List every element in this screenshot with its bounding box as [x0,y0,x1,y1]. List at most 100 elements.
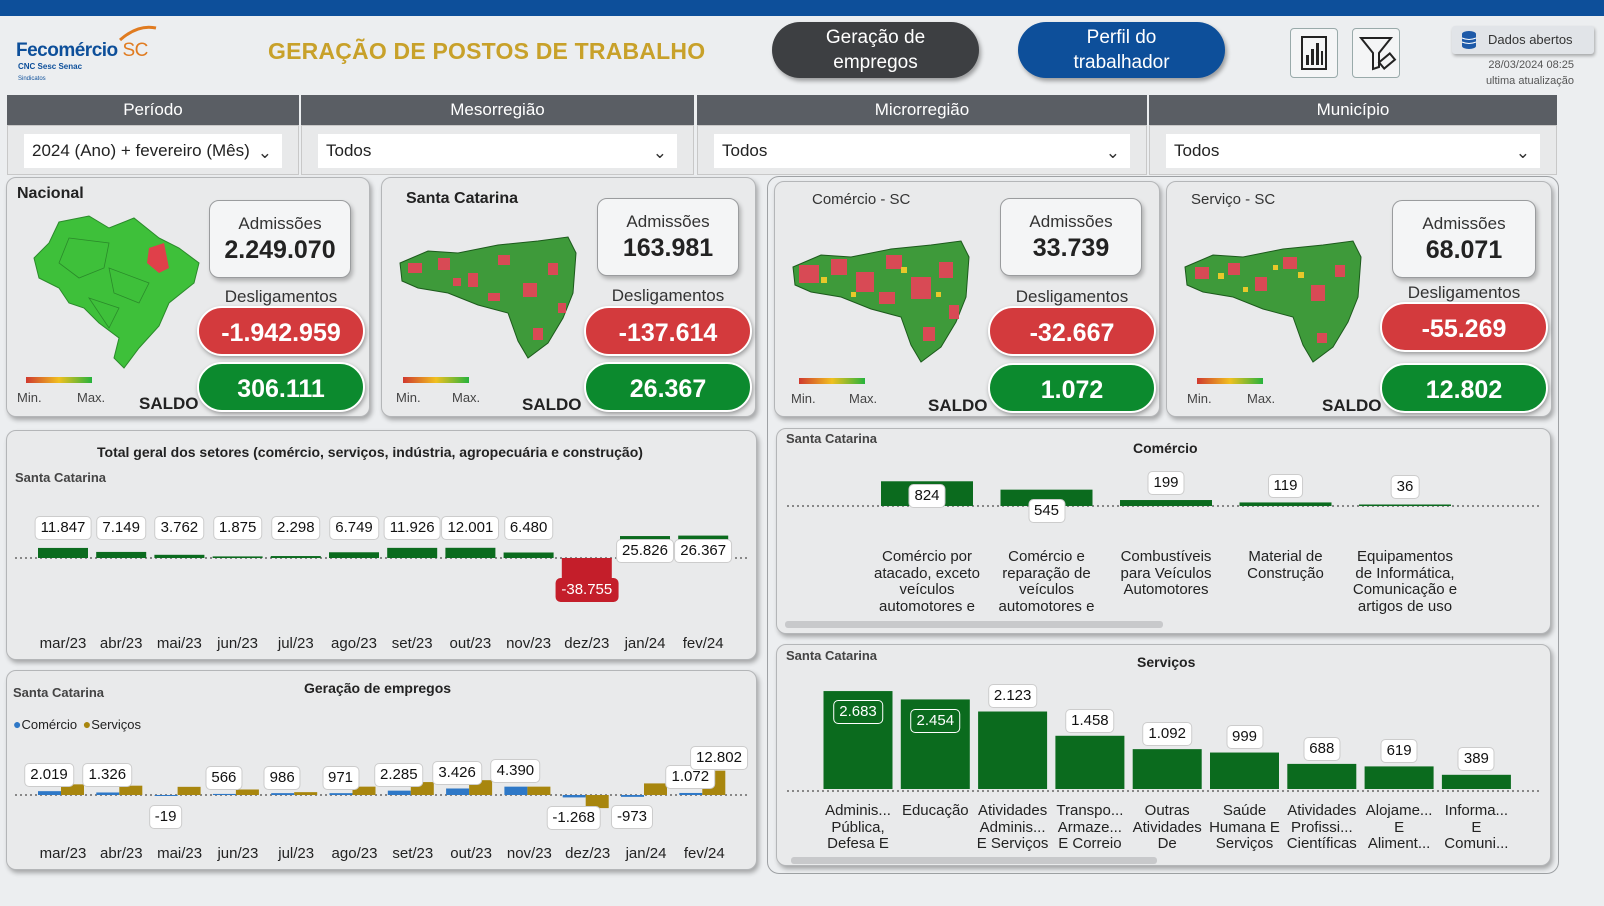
filter-periodo: Período 2024 (Ano) + fevereiro (Mês) ⌄ [7,95,299,175]
category-label-line: Saúde [1222,803,1267,819]
x-tick-label: jun/23 [217,845,259,862]
bar-Comércio-jun/23 [212,793,236,795]
x-tick-label: abr/23 [99,635,143,652]
legend-max: Max. [77,390,106,405]
category-label-line: para Veículos [1120,564,1212,582]
chevron-down-icon: ⌄ [652,143,667,162]
bar-Comércio-mai/23 [154,795,178,796]
category-label-line: E [1394,818,1405,836]
update-timestamp: 28/03/2024 08:25 [1488,59,1574,71]
category-label-line: automotores e [879,597,975,615]
filter-municipio: Município Todos ⌄ [1149,95,1557,175]
desligamentos-value: -55.269 [1380,302,1548,352]
bar-Serviços-abr/23 [119,785,143,795]
kpi-panel-santa-catarina: Santa Catarina Min. Max. Admissões 163.9… [381,177,756,417]
bar-Serviços-jan/24 [644,783,667,795]
category-label-line: Material de [1248,549,1323,565]
database-icon [1461,31,1477,49]
category-label: Comércio e reparação de veículos automotore… [987,549,1107,615]
category-label-line: Combustíveis [1120,549,1212,565]
nav-perfil-trabalhador-button[interactable]: Perfil do trabalhador [1018,22,1225,78]
data-label: 986 [263,766,301,790]
chart-total-subtitle: Santa Catarina [15,470,107,485]
data-label: -19 [148,805,183,829]
data-label: 2.285 [374,763,424,787]
data-label: 36 [1390,475,1420,499]
desligamentos-value: -1.942.959 [197,306,365,356]
logo-swoosh-icon [119,25,157,42]
category-label-line: automotores e [998,597,1095,615]
chart-total-geral-panel: Total geral dos setores (comércio, servi… [6,430,757,660]
data-label: 2.683 [833,700,883,724]
x-tick-label: jan/24 [624,635,666,652]
data-label: 2.123 [987,684,1038,708]
bar-jun/23 [212,556,263,558]
filter-periodo-select[interactable]: 2024 (Ano) + fevereiro (Mês) ⌄ [24,134,282,168]
category-label-line: artigos de uso [1357,597,1453,615]
chevron-down-icon: ⌄ [1105,143,1120,162]
category-label-line: Transpo... [1056,803,1124,819]
legend-max: Max. [849,391,878,406]
bar-Comércio-fev/24 [679,792,703,795]
category-label-line: Comércio por [881,549,973,565]
data-label: 824 [908,484,946,508]
bar-abr/23 [96,551,147,558]
filter-microrregiao-value: Todos [722,141,768,160]
chart-geracao-title: Geração de empregos [304,680,452,696]
horizontal-scrollbar[interactable] [785,621,1163,628]
bar-Comércio-set/23 [387,790,411,795]
admissoes-value: 68.071 [1425,236,1503,264]
category-label-line: Comuni... [1444,835,1509,852]
x-tick-label: nov/23 [506,845,552,862]
top-accent-bar [0,0,1604,16]
dados-abertos-button[interactable]: Dados abertos [1452,26,1594,54]
update-label: ultima atualização [1485,75,1574,87]
chart-geracao-panel: Santa Catarina Geração de empregos ● Comé… [6,670,757,870]
bar-Serviços-mai/23 [177,786,201,795]
filter-microrregiao-label: Microrregião [697,95,1147,125]
data-label: 1.092 [1142,722,1192,746]
chevron-down-icon: ⌄ [257,143,272,162]
category-label-line: Adminis... [979,818,1046,836]
nav-perfil-line1: Perfil do [1086,27,1157,48]
category-label-line: Atividades [1132,818,1202,836]
legend-servicos-dot-icon: ● [82,716,92,732]
data-label: 26.367 [674,538,733,563]
data-label: 389 [1457,747,1495,771]
category-label: Comércio por atacado, exceto veículos autom… [867,549,987,615]
x-tick-label: out/23 [450,845,492,862]
data-label: 1.458 [1065,709,1115,733]
x-tick-label: ago/23 [331,845,378,862]
kpi-servico-title: Serviço - SC [1191,191,1276,208]
data-label: 6.480 [503,516,554,540]
category-label-line: veículos [1018,581,1075,598]
filter-microrregiao-select[interactable]: Todos ⌄ [714,134,1130,168]
clear-filters-button[interactable] [1352,28,1400,78]
filter-municipio-select[interactable]: Todos ⌄ [1166,134,1540,168]
dados-abertos-label: Dados abertos [1488,32,1573,47]
bar-Comércio-jan/24 [621,795,644,797]
filter-mesorregiao-select[interactable]: Todos ⌄ [318,134,677,168]
legend-servicos-label: Serviços [91,717,142,732]
data-label: 566 [205,766,243,790]
x-tick-label: jun/23 [217,635,259,652]
category-label: Educação [897,803,973,853]
admissoes-value: 2.249.070 [224,236,336,264]
x-tick-label: set/23 [392,845,434,862]
nav-geracao-line2: empregos [833,52,918,73]
bar-Serviços-jun/23 [235,789,259,795]
category-label-line: Atividades [1287,803,1357,819]
legend-gradient [26,377,92,383]
bar-chart-icon [1301,36,1327,70]
report-chart-button[interactable] [1290,28,1338,78]
data-label: 11.847 [34,516,92,540]
nav-geracao-empregos-button[interactable]: Geração de empregos [772,22,979,78]
admissoes-card: Admissões 68.071 [1392,200,1536,278]
horizontal-scrollbar[interactable] [791,857,1157,864]
x-tick-label: dez/23 [564,635,610,652]
bar-Serviços-nov/23 [527,786,551,795]
chart-geracao-subtitle: Santa Catarina [13,685,105,700]
x-tick-label: fev/24 [683,845,725,862]
saldo-label: SALDO [522,395,582,414]
desligamentos-value: -32.667 [988,306,1156,356]
